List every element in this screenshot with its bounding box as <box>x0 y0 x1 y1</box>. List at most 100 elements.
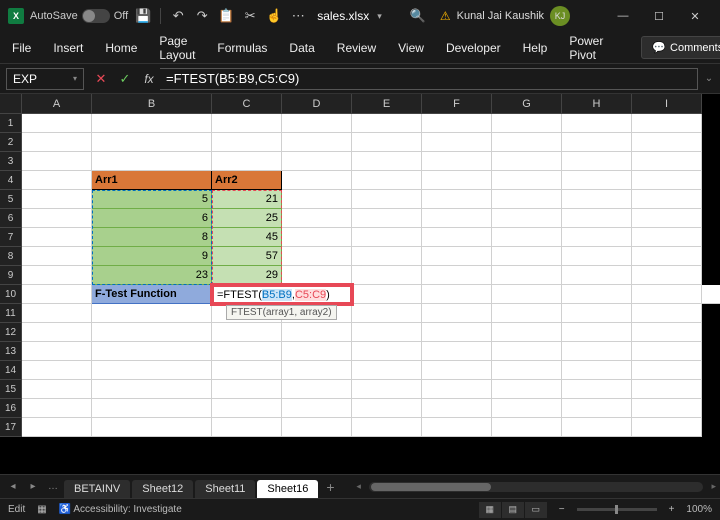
tab-help[interactable]: Help <box>521 37 550 59</box>
cell[interactable]: 25 <box>212 209 282 228</box>
cell[interactable] <box>22 342 92 361</box>
col-header[interactable]: F <box>422 94 492 114</box>
cell[interactable] <box>562 399 632 418</box>
cell[interactable] <box>492 190 562 209</box>
stats-icon[interactable]: ▦ <box>37 504 46 515</box>
cell[interactable] <box>632 114 702 133</box>
cell[interactable]: 23 <box>92 266 212 285</box>
cell[interactable] <box>632 266 702 285</box>
zoom-in-icon[interactable]: + <box>669 504 675 515</box>
cell[interactable]: 5 <box>92 190 212 209</box>
cell[interactable] <box>282 399 352 418</box>
cell[interactable] <box>562 247 632 266</box>
cell[interactable] <box>282 418 352 437</box>
chevron-down-icon[interactable]: ▾ <box>73 74 77 83</box>
cell[interactable] <box>282 361 352 380</box>
row-header[interactable]: 4 <box>0 171 22 190</box>
undo-icon[interactable]: ↶ <box>169 7 187 25</box>
cell[interactable] <box>282 247 352 266</box>
cell[interactable] <box>352 304 422 323</box>
cell[interactable] <box>632 190 702 209</box>
cell[interactable] <box>22 418 92 437</box>
row-header[interactable]: 9 <box>0 266 22 285</box>
cell[interactable] <box>562 266 632 285</box>
cell[interactable] <box>632 361 702 380</box>
select-all-button[interactable] <box>0 94 22 114</box>
cell[interactable] <box>632 399 702 418</box>
cell[interactable] <box>212 361 282 380</box>
sheet-tab[interactable]: BETAINV <box>64 480 130 498</box>
col-header[interactable]: G <box>492 94 562 114</box>
cell[interactable] <box>282 114 352 133</box>
formula-input[interactable]: =FTEST(B5:B9,C5:C9) <box>160 68 698 90</box>
save-icon[interactable]: 💾 <box>134 7 152 25</box>
cell[interactable] <box>492 133 562 152</box>
cell[interactable] <box>92 304 212 323</box>
cell[interactable] <box>632 342 702 361</box>
cell[interactable] <box>352 114 422 133</box>
cell[interactable] <box>22 171 92 190</box>
cell[interactable] <box>632 247 702 266</box>
user-account[interactable]: ⚠ Kunal Jai Kaushik KJ <box>440 6 570 26</box>
row-header[interactable]: 17 <box>0 418 22 437</box>
cell[interactable] <box>92 418 212 437</box>
autosave-toggle[interactable]: AutoSave Off <box>30 9 128 23</box>
cell[interactable] <box>422 399 492 418</box>
cell[interactable] <box>422 418 492 437</box>
cell[interactable] <box>562 209 632 228</box>
cell[interactable] <box>282 190 352 209</box>
cell[interactable] <box>562 361 632 380</box>
sheet-nav-next-icon[interactable]: ▸ <box>24 478 42 496</box>
cell[interactable] <box>352 323 422 342</box>
cell[interactable] <box>632 380 702 399</box>
cell[interactable] <box>92 361 212 380</box>
cell[interactable] <box>562 380 632 399</box>
cell[interactable] <box>282 152 352 171</box>
cell[interactable] <box>492 266 562 285</box>
cell[interactable] <box>352 418 422 437</box>
row-header[interactable]: 11 <box>0 304 22 323</box>
col-header[interactable]: D <box>282 94 352 114</box>
cell[interactable] <box>422 361 492 380</box>
cell[interactable] <box>282 380 352 399</box>
cell[interactable] <box>282 133 352 152</box>
cell[interactable] <box>632 133 702 152</box>
maximize-button[interactable]: ☐ <box>642 4 676 28</box>
touch-icon[interactable]: ☝ <box>265 7 283 25</box>
tab-formulas[interactable]: Formulas <box>215 37 269 59</box>
view-page-icon[interactable]: ▤ <box>502 502 524 518</box>
cell[interactable] <box>562 228 632 247</box>
minimize-button[interactable]: — <box>606 4 640 28</box>
row-header[interactable]: 1 <box>0 114 22 133</box>
tab-home[interactable]: Home <box>103 37 139 59</box>
comments-button[interactable]: 💬 Comments <box>641 36 720 59</box>
expand-formula-icon[interactable]: ⌄ <box>698 73 720 84</box>
cell[interactable] <box>492 304 562 323</box>
cell[interactable] <box>632 418 702 437</box>
col-header[interactable]: I <box>632 94 702 114</box>
cell[interactable] <box>492 323 562 342</box>
tab-page-layout[interactable]: Page Layout <box>157 30 197 66</box>
cell[interactable] <box>22 380 92 399</box>
cell[interactable] <box>422 342 492 361</box>
cell[interactable] <box>212 114 282 133</box>
chevron-down-icon[interactable]: ▾ <box>377 11 382 22</box>
cell[interactable] <box>492 418 562 437</box>
cell[interactable] <box>632 228 702 247</box>
row-header[interactable]: 13 <box>0 342 22 361</box>
cell[interactable] <box>492 171 562 190</box>
row-header[interactable]: 6 <box>0 209 22 228</box>
cancel-icon[interactable]: ✕ <box>90 68 112 90</box>
tab-review[interactable]: Review <box>335 37 378 59</box>
cell[interactable]: Arr2 <box>212 171 282 190</box>
cell[interactable] <box>352 152 422 171</box>
row-header[interactable]: 3 <box>0 152 22 171</box>
cell[interactable] <box>492 247 562 266</box>
cell[interactable]: F-Test Function <box>92 285 212 304</box>
cell[interactable] <box>92 323 212 342</box>
tab-view[interactable]: View <box>396 37 426 59</box>
cell[interactable] <box>22 209 92 228</box>
cell[interactable] <box>22 114 92 133</box>
cell[interactable] <box>632 209 702 228</box>
zoom-out-icon[interactable]: − <box>559 504 565 515</box>
